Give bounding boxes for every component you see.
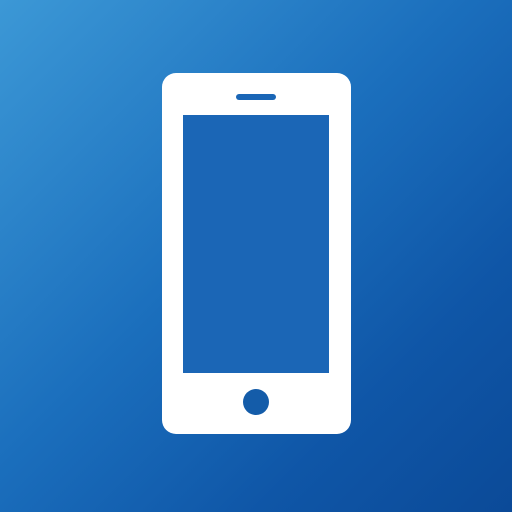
phone-speaker <box>236 94 276 100</box>
smartphone-icon <box>162 73 351 434</box>
app-icon-tile[interactable] <box>0 0 512 512</box>
phone-home-button <box>243 389 269 415</box>
phone-screen <box>183 115 329 373</box>
